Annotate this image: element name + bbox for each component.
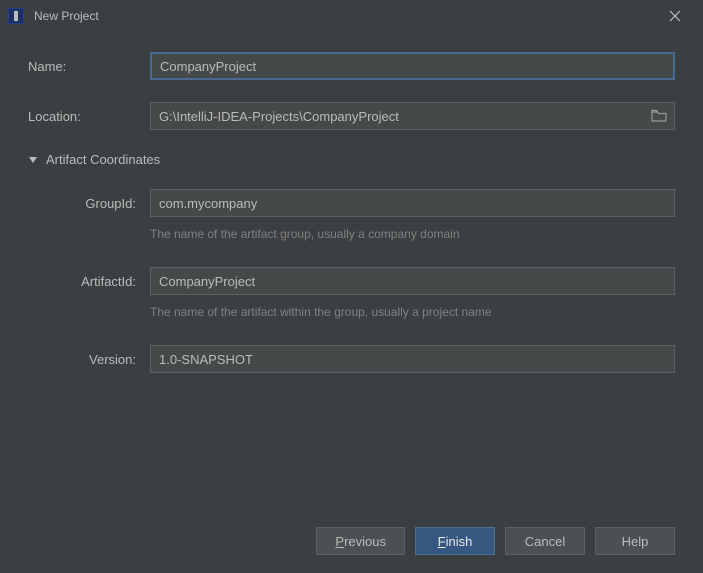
groupid-row: GroupId: [28, 189, 675, 217]
artifactid-label: ArtifactId: [48, 274, 150, 289]
version-input[interactable] [150, 345, 675, 373]
artifact-coordinates-header[interactable]: Artifact Coordinates [28, 152, 675, 167]
artifactid-hint: The name of the artifact within the grou… [28, 305, 675, 319]
version-row: Version: [28, 345, 675, 373]
dialog-content: Name: Location: Artifact Coordinates Gro… [0, 32, 703, 373]
cancel-button[interactable]: Cancel [505, 527, 585, 555]
close-button[interactable] [655, 2, 695, 30]
finish-button[interactable]: Finish [415, 527, 495, 555]
app-icon [8, 8, 24, 24]
chevron-down-icon [28, 155, 38, 165]
name-label: Name: [28, 59, 150, 74]
groupid-input[interactable] [150, 189, 675, 217]
location-input[interactable] [150, 102, 675, 130]
groupid-label: GroupId: [48, 196, 150, 211]
location-row: Location: [28, 102, 675, 130]
name-input[interactable] [150, 52, 675, 80]
dialog-title: New Project [34, 9, 99, 23]
help-button[interactable]: Help [595, 527, 675, 555]
previous-button[interactable]: Previous [316, 527, 405, 555]
location-label: Location: [28, 109, 150, 124]
close-icon [669, 10, 681, 22]
artifactid-row: ArtifactId: [28, 267, 675, 295]
groupid-hint: The name of the artifact group, usually … [28, 227, 675, 241]
version-label: Version: [48, 352, 150, 367]
button-bar: Previous Finish Cancel Help [316, 527, 675, 555]
artifact-section-title: Artifact Coordinates [46, 152, 160, 167]
name-row: Name: [28, 52, 675, 80]
titlebar: New Project [0, 0, 703, 32]
artifactid-input[interactable] [150, 267, 675, 295]
